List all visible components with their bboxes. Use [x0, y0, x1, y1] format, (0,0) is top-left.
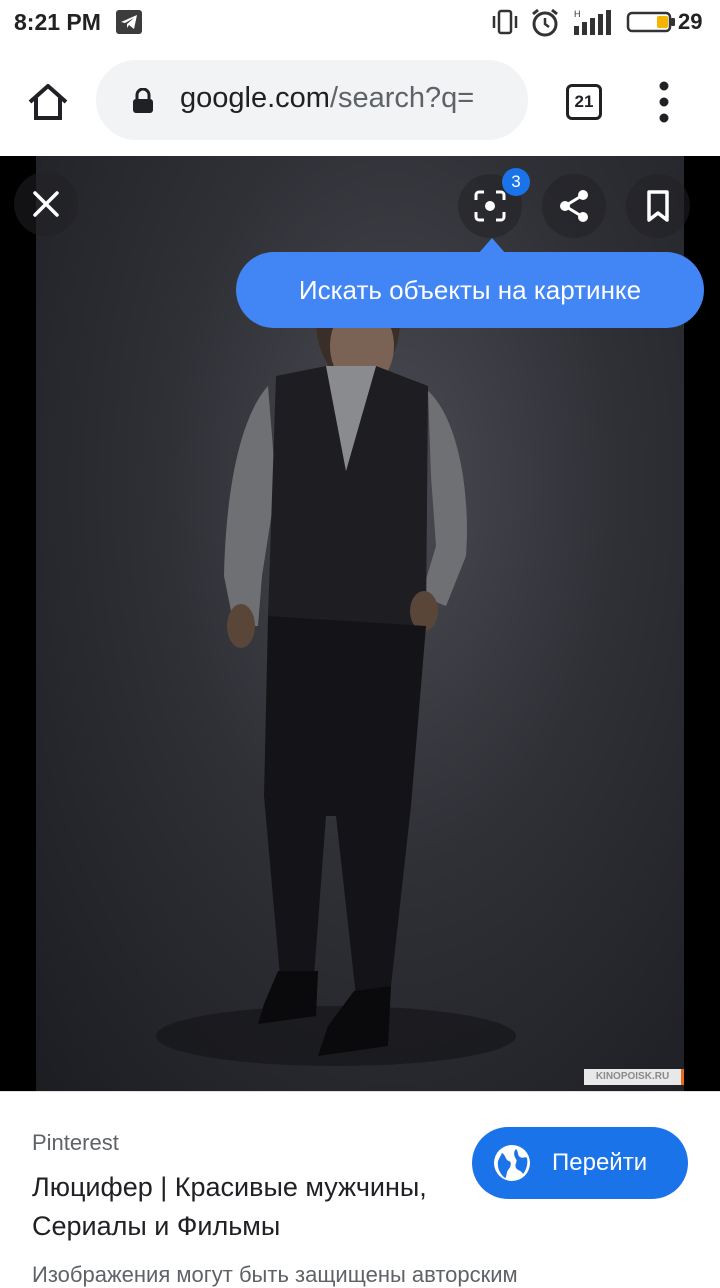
share-button[interactable] [542, 174, 606, 238]
url-host: google.com [180, 82, 330, 114]
battery-icon [626, 11, 675, 33]
source-label: Pinterest [32, 1130, 119, 1155]
alarm-icon [532, 8, 558, 37]
svg-text:H: H [574, 9, 581, 19]
visit-label: Перейти [552, 1149, 648, 1176]
share-icon [560, 190, 588, 222]
watermark: KINOPOISK.RU [584, 1069, 684, 1085]
tab-switcher-button[interactable]: 21 [566, 84, 602, 120]
address-bar[interactable]: google.com/search?q= [96, 60, 528, 140]
lock-icon [133, 88, 153, 113]
signal-icon: H [574, 9, 611, 35]
visit-button[interactable]: Перейти [472, 1127, 688, 1199]
status-bar: 8:21 PM H 29 [0, 0, 720, 46]
lens-badge: 3 [502, 168, 530, 196]
close-button[interactable] [14, 172, 78, 236]
result-info-panel: Pinterest Люцифер | Красивые мужчины, Се… [0, 1091, 720, 1287]
lens-tooltip[interactable]: Искать объекты на картинке [236, 252, 704, 328]
copyright-note: Изображения могут быть защищены авторски… [32, 1262, 518, 1287]
telegram-icon [116, 10, 142, 34]
browser-toolbar: google.com/search?q= 21 [0, 46, 720, 156]
close-icon [33, 191, 59, 217]
url-path: /search?q= [329, 82, 475, 114]
result-title[interactable]: Люцифер | Красивые мужчины, Сериалы и Фи… [32, 1168, 462, 1246]
vibrate-icon [492, 9, 518, 35]
battery-level: 29 [678, 9, 703, 34]
bookmark-button[interactable] [626, 174, 690, 238]
globe-icon [494, 1145, 530, 1181]
url-text: google.com/search?q= [180, 82, 474, 115]
lens-icon [474, 190, 506, 222]
more-vert-icon[interactable] [656, 80, 672, 124]
home-icon[interactable] [24, 78, 72, 126]
image-viewer: KINOPOISK.RU 3 Искать объекты на картинк… [0, 156, 720, 1091]
bookmark-icon [647, 190, 669, 222]
status-time: 8:21 PM [14, 9, 101, 35]
